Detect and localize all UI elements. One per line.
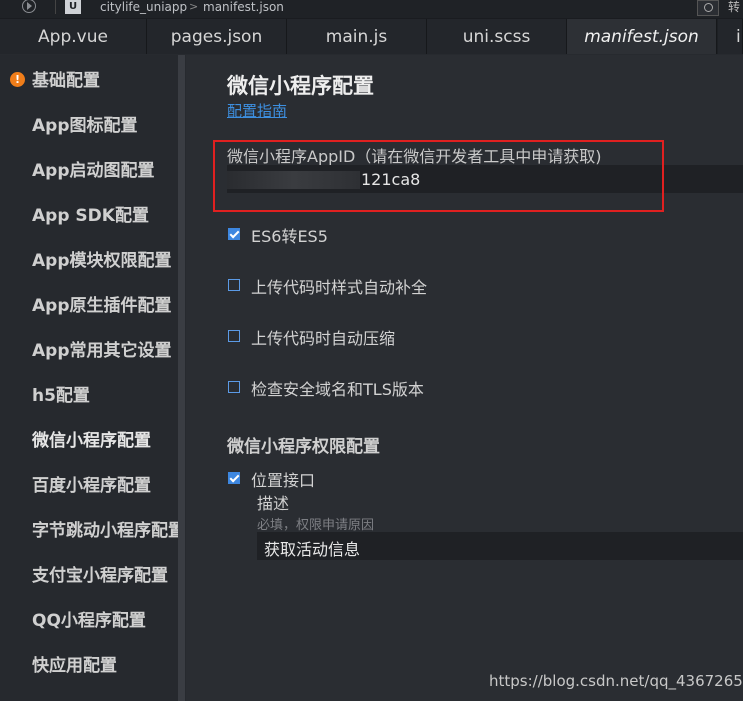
run-icon[interactable] <box>22 0 36 13</box>
tab-app-vue[interactable]: App.vue <box>0 19 147 54</box>
checkbox-checked-icon[interactable] <box>228 472 240 484</box>
sidebar-item-app-modules[interactable]: App模块权限配置 <box>32 250 172 272</box>
breadcrumb-project[interactable]: citylife_uniapp <box>100 0 187 14</box>
editor-tabs: App.vue pages.json main.js uni.scss mani… <box>0 19 743 54</box>
sidebar-item-toutiao[interactable]: 字节跳动小程序配置 <box>32 520 178 542</box>
sidebar-list: ! 基础配置 App图标配置 App启动图配置 App SDK配置 App模块权… <box>0 55 178 701</box>
sidebar-item-app-native-plugins[interactable]: App原生插件配置 <box>32 295 172 317</box>
top-bar: U citylife_uniapp > manifest.json 转 <box>0 0 743 19</box>
project-icon: U <box>65 0 81 14</box>
search-icon[interactable] <box>697 0 719 16</box>
sidebar-item-app-sdk[interactable]: App SDK配置 <box>32 205 149 227</box>
sidebar-item-app-splash[interactable]: App启动图配置 <box>32 160 155 182</box>
tab-manifest-json[interactable]: manifest.json <box>567 19 717 54</box>
option-label: 上传代码时样式自动补全 <box>251 278 428 297</box>
appid-value: 121ca8 <box>361 170 421 189</box>
checkbox-icon[interactable] <box>228 381 240 393</box>
checkbox-icon[interactable] <box>228 279 240 291</box>
config-guide-link[interactable]: 配置指南 <box>227 100 287 121</box>
option-label: 上传代码时自动压缩 <box>251 329 396 348</box>
tab-pages-json[interactable]: pages.json <box>147 19 287 54</box>
checkbox-icon[interactable] <box>228 330 240 342</box>
checkbox-checked-icon[interactable] <box>228 228 240 240</box>
sidebar-item-weixin[interactable]: 微信小程序配置 <box>32 430 151 452</box>
sidebar-item-app-icon[interactable]: App图标配置 <box>32 115 138 137</box>
sidebar-item-qq[interactable]: QQ小程序配置 <box>32 610 146 632</box>
description-label: 描述 <box>257 494 290 513</box>
tab-main-js[interactable]: main.js <box>287 19 427 54</box>
tab-overflow[interactable]: i <box>718 19 743 54</box>
tab-uni-scss[interactable]: uni.scss <box>427 19 567 54</box>
sidebar-item-alipay[interactable]: 支付宝小程序配置 <box>32 565 168 587</box>
sidebar-item-app-other[interactable]: App常用其它设置 <box>32 340 172 362</box>
sidebar-item-h5[interactable]: h5配置 <box>32 385 90 407</box>
toolbar-right-label[interactable]: 转 <box>728 0 740 14</box>
permission-section-title: 微信小程序权限配置 <box>227 437 380 457</box>
breadcrumb-separator: > <box>189 0 199 13</box>
option-label: 检查安全域名和TLS版本 <box>251 380 424 399</box>
description-hint: 必填，权限申请原因 <box>257 518 375 533</box>
description-value: 获取活动信息 <box>264 540 361 559</box>
option-label: 位置接口 <box>251 471 316 490</box>
appid-redacted-mask <box>227 171 360 189</box>
sidebar-item-quickapp[interactable]: 快应用配置 <box>32 655 117 677</box>
appid-label: 微信小程序AppID（请在微信开发者工具中申请获取) <box>227 147 602 166</box>
page-title: 微信小程序配置 <box>227 74 374 98</box>
sidebar-scrollbar[interactable] <box>178 55 185 701</box>
sidebar-item-basic[interactable]: 基础配置 <box>32 70 100 92</box>
description-input[interactable]: 获取活动信息 <box>257 532 743 560</box>
warning-icon: ! <box>10 72 25 87</box>
watermark-text: https://blog.csdn.net/qq_43672652 <box>489 672 743 690</box>
breadcrumb-file[interactable]: manifest.json <box>203 0 284 14</box>
toolbar-divider <box>55 0 56 14</box>
sidebar-item-baidu[interactable]: 百度小程序配置 <box>32 475 151 497</box>
option-label: ES6转ES5 <box>251 227 328 246</box>
